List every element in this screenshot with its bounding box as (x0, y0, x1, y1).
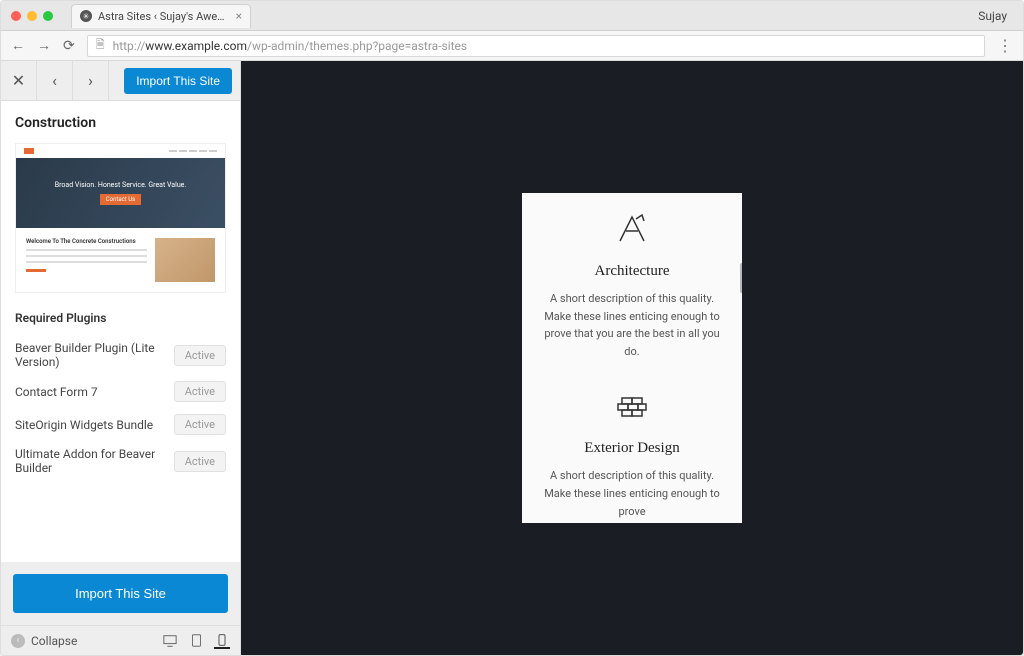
sidebar-footer: ‹ Collapse (1, 625, 240, 655)
mobile-preview-frame[interactable]: Architecture A short description of this… (522, 193, 742, 523)
collapse-label: Collapse (31, 634, 77, 648)
plugin-status-badge: Active (174, 345, 226, 366)
plugin-name: Ultimate Addon for Beaver Builder (15, 447, 166, 475)
prev-button[interactable]: ‹ (37, 61, 73, 101)
thumb-hero-text: Broad Vision. Honest Service. Great Valu… (55, 181, 186, 189)
plugin-row: Contact Form 7 Active (15, 375, 226, 408)
plugin-name: SiteOrigin Widgets Bundle (15, 418, 166, 432)
sidebar-body: Construction Broad Vision. Honest Servic… (1, 101, 240, 562)
browser-tab[interactable]: ✳ Astra Sites ‹ Sujay's Awesome × (71, 4, 251, 28)
feature-desc: A short description of this quality. Mak… (536, 467, 728, 520)
plugin-row: Ultimate Addon for Beaver Builder Active (15, 441, 226, 481)
back-button[interactable]: ← (11, 37, 25, 54)
plugin-status-badge: Active (174, 414, 226, 435)
plugin-status-badge: Active (174, 381, 226, 402)
plugins-heading: Required Plugins (15, 311, 226, 325)
template-thumbnail[interactable]: Broad Vision. Honest Service. Great Valu… (15, 143, 226, 293)
thumb-image (155, 238, 215, 282)
feature-desc: A short description of this quality. Mak… (536, 290, 728, 360)
customizer-sidebar: ✕ ‹ › Import This Site Construction Broa… (1, 61, 241, 655)
import-site-button-top[interactable]: Import This Site (124, 68, 232, 94)
site-template-title: Construction (15, 115, 226, 131)
feature-block: Exterior Design A short description of t… (536, 390, 728, 520)
tab-title: Astra Sites ‹ Sujay's Awesome (98, 10, 230, 23)
feature-title: Exterior Design (536, 440, 728, 457)
browser-menu-button[interactable]: ⋮ (997, 36, 1013, 55)
device-switcher (162, 633, 230, 649)
sidebar-import-area: Import This Site (1, 562, 240, 625)
maximize-window-icon[interactable] (43, 11, 53, 21)
collapse-icon: ‹ (11, 634, 25, 648)
thumb-heading: Welcome To The Concrete Constructions (26, 238, 147, 245)
browser-tab-bar: ✳ Astra Sites ‹ Sujay's Awesome × Sujay (1, 1, 1023, 31)
architecture-icon (616, 213, 648, 245)
window-traffic-lights[interactable] (11, 11, 53, 21)
minimize-window-icon[interactable] (27, 11, 37, 21)
plugin-name: Beaver Builder Plugin (Lite Version) (15, 341, 166, 369)
device-mobile-button[interactable] (214, 633, 230, 649)
browser-window: ✳ Astra Sites ‹ Sujay's Awesome × Sujay … (0, 0, 1024, 656)
app-content: ✕ ‹ › Import This Site Construction Broa… (1, 61, 1023, 655)
close-button[interactable]: ✕ (1, 61, 37, 101)
collapse-button[interactable]: ‹ Collapse (11, 634, 77, 648)
favicon-icon: ✳ (80, 10, 92, 22)
plugin-name: Contact Form 7 (15, 385, 166, 399)
next-button[interactable]: › (73, 61, 109, 101)
browser-address-bar: ← → ⟳ 🗎 http://www.example.com/wp-admin/… (1, 31, 1023, 61)
device-tablet-button[interactable] (188, 633, 204, 649)
sidebar-top-toolbar: ✕ ‹ › Import This Site (1, 61, 240, 101)
reload-button[interactable]: ⟳ (63, 38, 75, 54)
import-site-button-large[interactable]: Import This Site (13, 574, 228, 613)
feature-title: Architecture (536, 263, 728, 280)
device-desktop-button[interactable] (162, 633, 178, 649)
browser-profile-label[interactable]: Sujay (978, 9, 1013, 23)
scrollbar-thumb[interactable] (740, 263, 742, 293)
preview-area: Architecture A short description of this… (241, 61, 1023, 655)
url-text: http://www.example.com/wp-admin/themes.p… (113, 39, 468, 53)
close-window-icon[interactable] (11, 11, 21, 21)
plugin-row: Beaver Builder Plugin (Lite Version) Act… (15, 335, 226, 375)
bricks-icon (616, 390, 648, 422)
thumb-logo-icon (24, 148, 34, 154)
forward-button[interactable]: → (37, 37, 51, 54)
plugin-row: SiteOrigin Widgets Bundle Active (15, 408, 226, 441)
tab-close-icon[interactable]: × (236, 9, 242, 23)
feature-block: Architecture A short description of this… (536, 213, 728, 360)
plugin-status-badge: Active (174, 451, 226, 472)
page-icon: 🗎 (96, 36, 105, 55)
url-input[interactable]: 🗎 http://www.example.com/wp-admin/themes… (87, 35, 985, 57)
thumb-hero-cta: Contact Us (100, 194, 141, 205)
